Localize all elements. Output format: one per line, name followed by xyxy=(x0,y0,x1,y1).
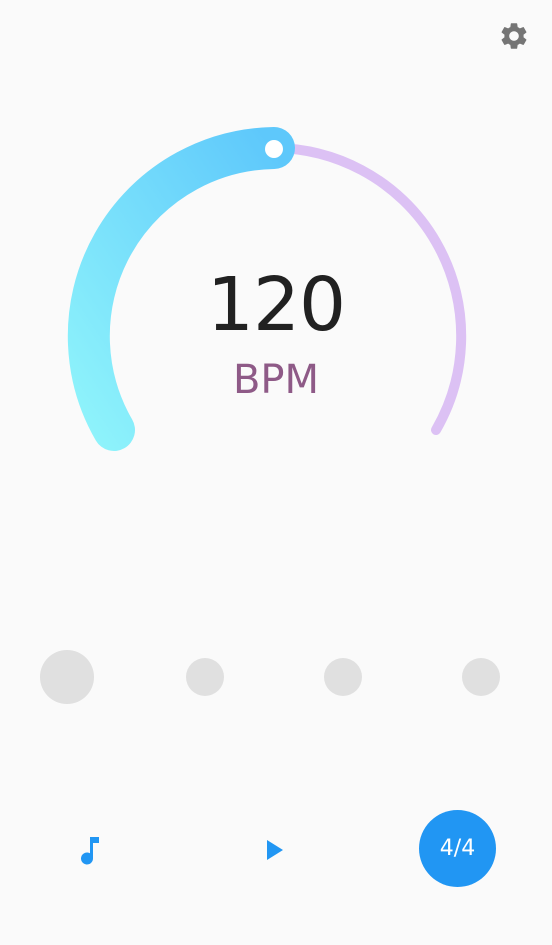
beat-indicator-3 xyxy=(324,658,362,696)
beat-indicator-2 xyxy=(186,658,224,696)
play-button[interactable] xyxy=(252,828,296,872)
sound-button[interactable] xyxy=(68,828,112,872)
music-note-icon xyxy=(81,837,99,865)
beat-indicator-4 xyxy=(462,658,500,696)
bpm-value: 120 xyxy=(206,262,346,348)
bpm-unit-label: BPM xyxy=(232,357,320,403)
dial-handle[interactable] xyxy=(265,140,283,158)
time-signature-button[interactable]: 4/4 xyxy=(419,810,496,887)
play-icon xyxy=(267,840,283,860)
tempo-dial[interactable] xyxy=(0,0,552,520)
beat-indicator-1 xyxy=(40,650,94,704)
metronome-screen: 120 BPM 4/4 xyxy=(0,0,552,945)
